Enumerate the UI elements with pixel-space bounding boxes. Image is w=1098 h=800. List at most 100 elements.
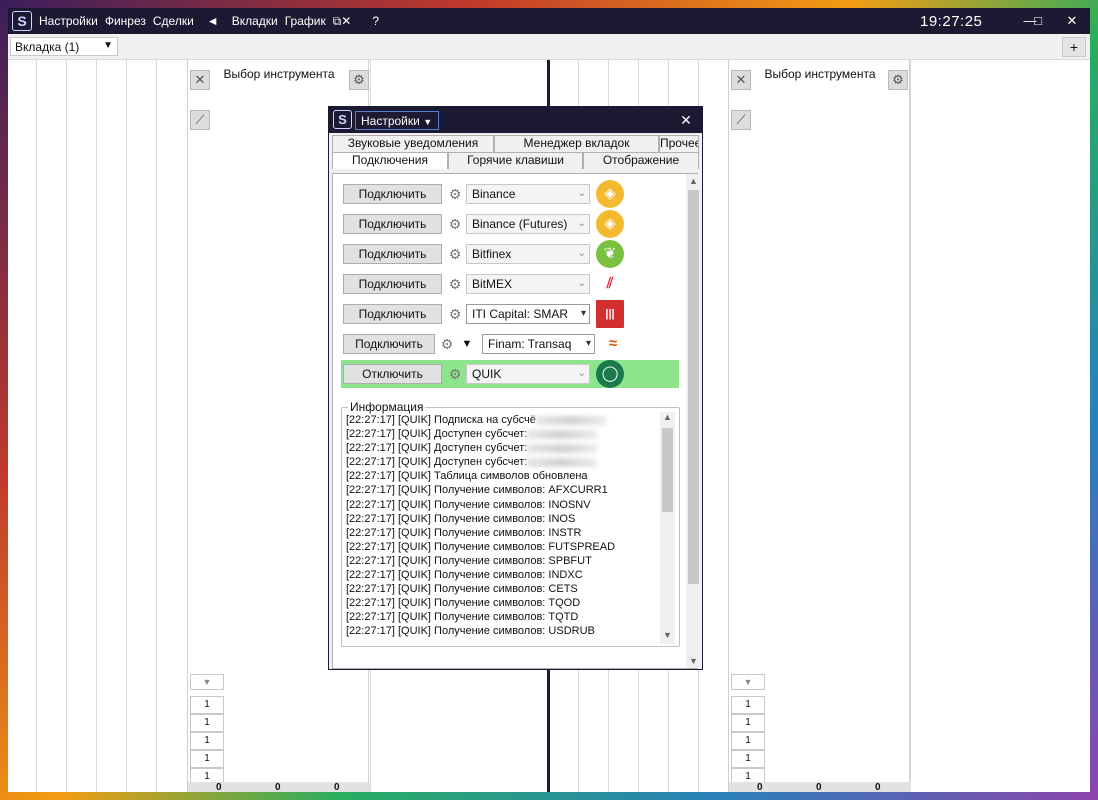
gear-icon[interactable]: ⚙: [349, 70, 369, 90]
exchange-select[interactable]: Finam: Transaq ▾: [482, 334, 595, 354]
grid-line: [36, 60, 37, 792]
log-line: [22:27:17] [QUIK] Получение символов: AF…: [346, 484, 608, 497]
tab-hotkeys[interactable]: Горячие клавиши: [448, 152, 583, 169]
tab-display[interactable]: Отображение: [583, 152, 699, 169]
menu-tabs[interactable]: Вкладки: [232, 14, 278, 30]
exchange-label: Binance (Futures): [472, 217, 568, 231]
menu-help[interactable]: ?: [372, 14, 379, 30]
log-line: [22:27:17] [QUIK] Таблица символов обнов…: [346, 470, 588, 483]
connection-row: Подключить ⚙ Binance ⌄ ◈: [341, 180, 679, 208]
expand-arrow-icon[interactable]: ▼: [459, 336, 475, 352]
pane-scrollbar[interactable]: ▲ ▼: [686, 174, 701, 668]
gear-icon[interactable]: ⚙: [447, 276, 463, 292]
tab-bar: Вкладка (1) ▼ +: [8, 34, 1090, 60]
dialog-settings-menu[interactable]: Настройки ▼: [355, 111, 439, 130]
grid-line: [96, 60, 97, 792]
connection-row: Подключить ⚙ Binance (Futures) ⌄ ◈: [341, 210, 679, 238]
dialog-title-bar: S Настройки ▼ ✕: [329, 107, 702, 133]
exchange-select[interactable]: Binance (Futures) ⌄: [466, 214, 590, 234]
information-title: Информация: [348, 400, 426, 414]
close-panel-icon[interactable]: ✕: [190, 70, 210, 90]
gear-icon[interactable]: ⚙: [447, 366, 463, 382]
quantity-cell[interactable]: 1: [190, 732, 224, 750]
menu-finres[interactable]: Финрез: [105, 14, 146, 30]
totals-row: 0 0 0: [188, 782, 370, 792]
grid-line: [66, 60, 67, 792]
log-line: [22:27:17] [QUIK] Доступен субсчет:: [346, 427, 676, 441]
quantity-cell[interactable]: 1: [731, 696, 765, 714]
exchange-select[interactable]: ITI Capital: SMAR ▾: [466, 304, 590, 324]
connect-button[interactable]: Подключить: [343, 304, 442, 324]
menu-back-arrow-icon[interactable]: ◄: [207, 14, 219, 30]
dialog-menu-label: Настройки: [361, 114, 420, 128]
grid-line: [910, 60, 911, 792]
grid-line: [126, 60, 127, 792]
quantity-cell[interactable]: 1: [731, 732, 765, 750]
log-scrollbar[interactable]: ▲ ▼: [660, 412, 675, 644]
menu-deals[interactable]: Сделки: [153, 14, 194, 30]
chart-icon[interactable]: ⟋: [190, 110, 210, 130]
menu-chart[interactable]: График: [285, 14, 326, 30]
log-line: [22:27:17] [QUIK] Получение символов: US…: [346, 625, 595, 638]
maximize-button[interactable]: □: [1026, 12, 1050, 30]
connect-button[interactable]: Подключить: [343, 334, 435, 354]
connect-button[interactable]: Подключить: [343, 274, 442, 294]
gear-icon[interactable]: ⚙: [447, 246, 463, 262]
chevron-down-icon: ⌄: [577, 248, 586, 259]
connect-button[interactable]: Подключить: [343, 184, 442, 204]
tab-selector[interactable]: Вкладка (1) ▼: [10, 37, 118, 56]
quantity-cell[interactable]: 1: [190, 714, 224, 732]
tab-row-bottom: Подключения Горячие клавиши Отображение: [332, 152, 699, 169]
scroll-thumb[interactable]: [662, 428, 673, 512]
panel-dropdown[interactable]: ▼: [731, 674, 765, 690]
menu-detach-icon[interactable]: ⧉✕: [333, 14, 352, 30]
scroll-up-icon[interactable]: ▲: [660, 412, 675, 422]
exchange-select[interactable]: Bitfinex ⌄: [466, 244, 590, 264]
connect-button[interactable]: Подключить: [343, 244, 442, 264]
connection-row: Подключить ⚙ BitMEX ⌄ ⫽: [341, 270, 679, 298]
quantity-cell[interactable]: 1: [731, 714, 765, 732]
redacted-text: [527, 457, 598, 467]
total-value: 0: [275, 782, 281, 792]
gear-icon[interactable]: ⚙: [439, 336, 455, 352]
close-panel-icon[interactable]: ✕: [731, 70, 751, 90]
scroll-down-icon[interactable]: ▼: [660, 630, 675, 640]
exchange-label: Binance: [472, 187, 516, 201]
gear-icon[interactable]: ⚙: [447, 186, 463, 202]
menu-settings[interactable]: Настройки: [39, 14, 98, 30]
quantity-cell[interactable]: 1: [731, 750, 765, 768]
chart-icon[interactable]: ⟋: [731, 110, 751, 130]
add-tab-button[interactable]: +: [1062, 37, 1086, 57]
dialog-close-button[interactable]: ✕: [675, 110, 697, 130]
disconnect-button[interactable]: Отключить: [343, 364, 442, 384]
panel-title: Выбор инструмента: [764, 67, 876, 81]
quantity-cell[interactable]: 1: [190, 750, 224, 768]
tab-sound-notifications[interactable]: Звуковые уведомления: [332, 135, 494, 152]
scroll-up-icon[interactable]: ▲: [686, 174, 701, 188]
close-button[interactable]: ✕: [1060, 12, 1084, 30]
tab-tab-manager[interactable]: Менеджер вкладок: [494, 135, 659, 152]
app-logo-icon: S: [12, 11, 32, 31]
chevron-down-icon: ⌄: [577, 368, 586, 379]
log-line: [22:27:17] [QUIK] Подписка на субсчё: [346, 413, 676, 427]
totals-row: 0 0 0: [729, 782, 911, 792]
scroll-thumb[interactable]: [688, 190, 699, 584]
tab-connections[interactable]: Подключения: [332, 152, 448, 169]
gear-icon[interactable]: ⚙: [447, 306, 463, 322]
binance-futures-logo-icon: ◈: [596, 210, 624, 238]
tab-other[interactable]: Прочее: [659, 135, 699, 152]
connect-button[interactable]: Подключить: [343, 214, 442, 234]
caret-down-icon: ▼: [423, 117, 433, 127]
panel-dropdown[interactable]: ▼: [190, 674, 224, 690]
exchange-select[interactable]: BitMEX ⌄: [466, 274, 590, 294]
main-menu: Настройки Финрез Сделки ◄ Вкладки График…: [39, 14, 379, 30]
scroll-down-icon[interactable]: ▼: [686, 654, 701, 668]
gear-icon[interactable]: ⚙: [888, 70, 908, 90]
exchange-label: Bitfinex: [472, 247, 512, 261]
clock: 19:27:25: [920, 13, 983, 30]
quantity-cell[interactable]: 1: [190, 696, 224, 714]
log-line: [22:27:17] [QUIK] Получение символов: CE…: [346, 583, 578, 596]
exchange-select[interactable]: QUIK ⌄: [466, 364, 590, 384]
exchange-select[interactable]: Binance ⌄: [466, 184, 590, 204]
gear-icon[interactable]: ⚙: [447, 216, 463, 232]
